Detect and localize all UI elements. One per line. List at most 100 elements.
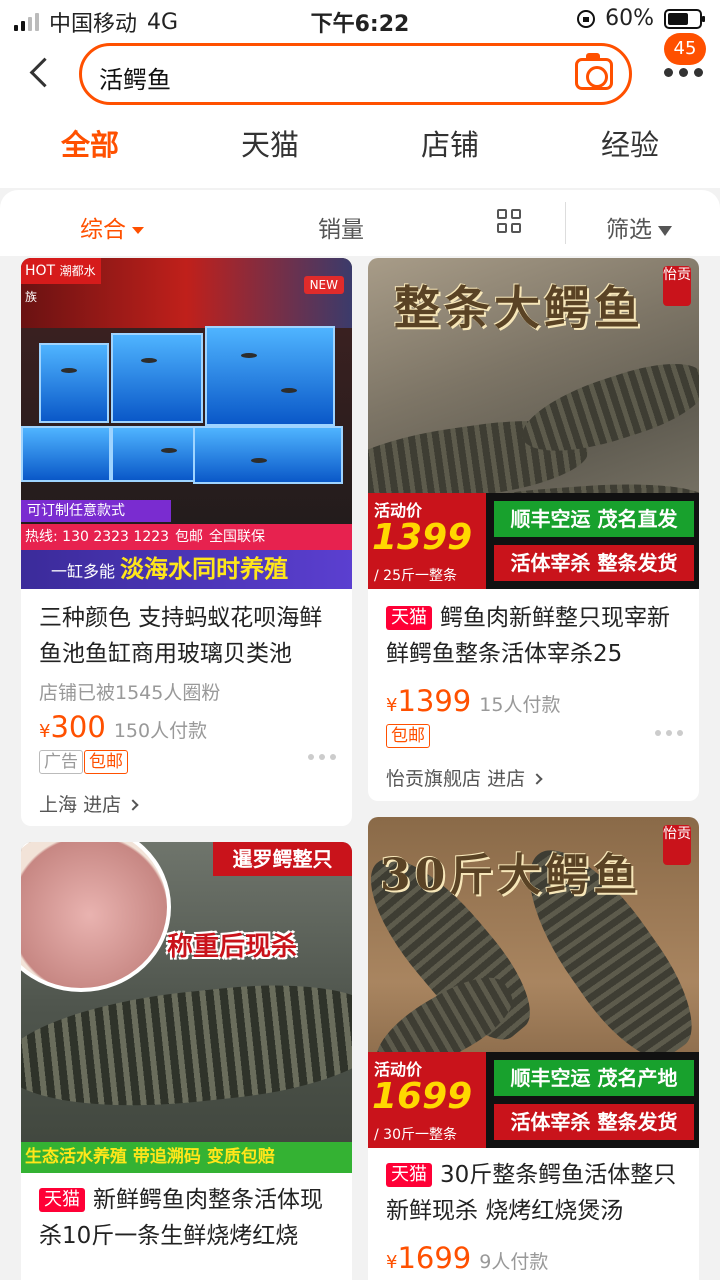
paid-count: 15人付款 <box>479 694 561 716</box>
more-options-icon[interactable] <box>655 730 683 736</box>
price-line: ¥300 150人付款 <box>39 710 207 744</box>
price: 300 <box>50 710 106 744</box>
hot-ribbon: HOT 潮都水族 <box>21 258 101 304</box>
more-menu-icon[interactable] <box>664 68 704 80</box>
promo-unit: / 30斤一整条 <box>374 1127 457 1143</box>
price-line: ¥1399 15人付款 <box>386 684 560 718</box>
sort-sales[interactable]: 销量 <box>318 210 364 244</box>
camera-icon[interactable] <box>575 53 613 90</box>
free-shipping-tag: 包邮 <box>386 724 430 748</box>
divider <box>565 202 566 244</box>
tmall-badge: 天猫 <box>386 606 432 630</box>
notification-badge: 45 <box>664 33 706 65</box>
product-card[interactable]: 30斤大鳄鱼 怡贡 活动价 1699 / 30斤一整条 顺丰空运 茂名产地 活体… <box>368 817 699 1280</box>
fish-tank <box>21 426 111 482</box>
product-image[interactable]: HOT 潮都水族 NEW 可订制任意款式 热线: 130 2323 1223 包… <box>21 258 352 589</box>
currency-symbol: ¥ <box>39 721 51 742</box>
tab-shops[interactable]: 店铺 <box>360 122 540 164</box>
new-label: NEW <box>303 276 344 294</box>
funnel-icon <box>658 225 672 236</box>
price: 1399 <box>397 684 472 718</box>
more-options-icon[interactable] <box>308 754 336 760</box>
warranty-text: 全国联保 <box>209 529 266 545</box>
hotline-text: 热线: 130 2323 1223 <box>25 529 170 545</box>
product-image[interactable]: 整条大鳄鱼 怡贡 活动价 1399 / 25斤一整条 顺丰空运 茂名直发 活体宰… <box>368 258 699 589</box>
tmall-badge: 天猫 <box>39 1188 85 1212</box>
shop-link[interactable]: 上海 进店 <box>39 790 139 817</box>
paid-count: 150人付款 <box>113 720 208 742</box>
price: 1699 <box>397 1241 472 1275</box>
fish-tank <box>205 326 335 426</box>
hotline-bar: 热线: 130 2323 1223 包邮 全国联保 <box>21 524 352 550</box>
sort-bar: 综合 销量 筛选 <box>0 190 720 256</box>
ad-tag: 广告 <box>39 750 83 774</box>
promo-line-2: 活体宰杀 整条发货 <box>494 1104 694 1140</box>
product-card[interactable]: 整条大鳄鱼 怡贡 活动价 1399 / 25斤一整条 顺丰空运 茂名直发 活体宰… <box>368 258 699 801</box>
back-arrow-icon[interactable] <box>22 56 56 90</box>
fish-tank <box>39 343 109 423</box>
filter-button[interactable]: 筛选 <box>606 210 672 244</box>
promo-price: 1699 <box>372 1076 473 1117</box>
battery-icon <box>664 8 705 29</box>
search-header: 活鳄鱼 45 全部 天猫 店铺 经验 <box>0 33 720 188</box>
product-title[interactable]: 天猫 新鲜鳄鱼肉整条活体现杀10斤一条生鲜烧烤红烧 <box>39 1182 339 1254</box>
shop-fans-text: 店铺已被1545人圈粉 <box>39 682 221 704</box>
custom-label: 可订制任意款式 <box>21 500 171 522</box>
tab-all[interactable]: 全部 <box>0 122 180 164</box>
fish-tank <box>111 333 203 423</box>
search-query[interactable]: 活鳄鱼 <box>99 60 171 95</box>
price-line: ¥1699 9人付款 <box>386 1241 548 1275</box>
image-bottom-strip: 生态活水养殖 带追溯码 变质包赔 <box>21 1142 352 1173</box>
enter-shop-label: 进店 <box>83 794 122 816</box>
sort-comprehensive[interactable]: 综合 <box>80 210 144 244</box>
slogan-text: 淡海水同时养殖 <box>120 555 289 583</box>
shop-link[interactable]: 怡贡旗舰店 进店 <box>386 764 543 791</box>
shop-location: 上海 <box>39 794 78 816</box>
promo-banner: 活动价 1399 / 25斤一整条 顺丰空运 茂名直发 活体宰杀 整条发货 <box>368 493 699 589</box>
tab-tmall[interactable]: 天猫 <box>180 122 360 164</box>
sort-comprehensive-label: 综合 <box>80 217 126 243</box>
currency-symbol: ¥ <box>386 695 398 716</box>
product-title[interactable]: 天猫 30斤整条鳄鱼活体整只新鲜现杀 烧烤红烧煲汤 <box>386 1157 686 1229</box>
image-headline: 整条大鳄鱼 <box>394 281 644 335</box>
species-banner: 暹罗鳄整只 <box>213 842 352 876</box>
shop-name: 怡贡旗舰店 <box>386 768 482 790</box>
brand-seal: 怡贡 <box>663 825 691 865</box>
enter-shop-label: 进店 <box>487 768 526 790</box>
hot-label: HOT <box>25 263 56 279</box>
grid-view-icon[interactable] <box>497 209 523 235</box>
battery-percent: 60% <box>605 6 654 31</box>
brand-seal: 怡贡 <box>663 266 691 306</box>
promo-line-1: 顺丰空运 茂名直发 <box>494 501 694 537</box>
product-card[interactable]: 暹罗鳄整只 称重后现杀 生态活水养殖 带追溯码 变质包赔 天猫 新鲜鳄鱼肉整条活体… <box>21 842 352 1280</box>
product-image[interactable]: 30斤大鳄鱼 怡贡 活动价 1699 / 30斤一整条 顺丰空运 茂名产地 活体… <box>368 817 699 1148</box>
free-shipping-tag: 包邮 <box>84 750 128 774</box>
chevron-right-icon <box>531 773 543 785</box>
orientation-lock-icon <box>577 9 596 28</box>
tmall-badge: 天猫 <box>386 1163 432 1187</box>
chevron-right-icon <box>127 799 139 811</box>
slogan-prefix: 一缸多能 <box>51 562 116 581</box>
fish-tank <box>193 426 343 484</box>
slogan-bar: 一缸多能 淡海水同时养殖 <box>21 550 352 589</box>
search-input[interactable]: 活鳄鱼 <box>79 43 632 105</box>
promo-line-2: 活体宰杀 整条发货 <box>494 545 694 581</box>
filter-label: 筛选 <box>606 217 652 243</box>
product-image[interactable]: 暹罗鳄整只 称重后现杀 生态活水养殖 带追溯码 变质包赔 <box>21 842 352 1173</box>
currency-symbol: ¥ <box>386 1252 398 1273</box>
paid-count: 9人付款 <box>479 1251 549 1273</box>
search-tabs: 全部 天猫 店铺 经验 <box>0 122 720 182</box>
product-card[interactable]: HOT 潮都水族 NEW 可订制任意款式 热线: 130 2323 1223 包… <box>21 258 352 826</box>
product-title[interactable]: 三种颜色 支持蚂蚁花呗海鲜鱼池鱼缸商用玻璃贝类池 <box>39 600 339 672</box>
status-bar: 中国移动 4G 下午6:22 60% <box>0 0 720 38</box>
caret-down-icon <box>132 227 144 234</box>
image-headline: 30斤大鳄鱼 <box>380 850 642 901</box>
promo-banner: 活动价 1699 / 30斤一整条 顺丰空运 茂名产地 活体宰杀 整条发货 <box>368 1052 699 1148</box>
product-title[interactable]: 天猫 鳄鱼肉新鲜整只现宰新鲜鳄鱼整条活体宰杀25 <box>386 600 686 672</box>
tab-experience[interactable]: 经验 <box>540 122 720 164</box>
weigh-text: 称重后现杀 <box>167 932 298 962</box>
promo-line-1: 顺丰空运 茂名产地 <box>494 1060 694 1096</box>
promo-price: 1399 <box>372 517 473 558</box>
free-shipping-text: 包邮 <box>175 529 204 545</box>
fish-tank <box>111 426 203 482</box>
